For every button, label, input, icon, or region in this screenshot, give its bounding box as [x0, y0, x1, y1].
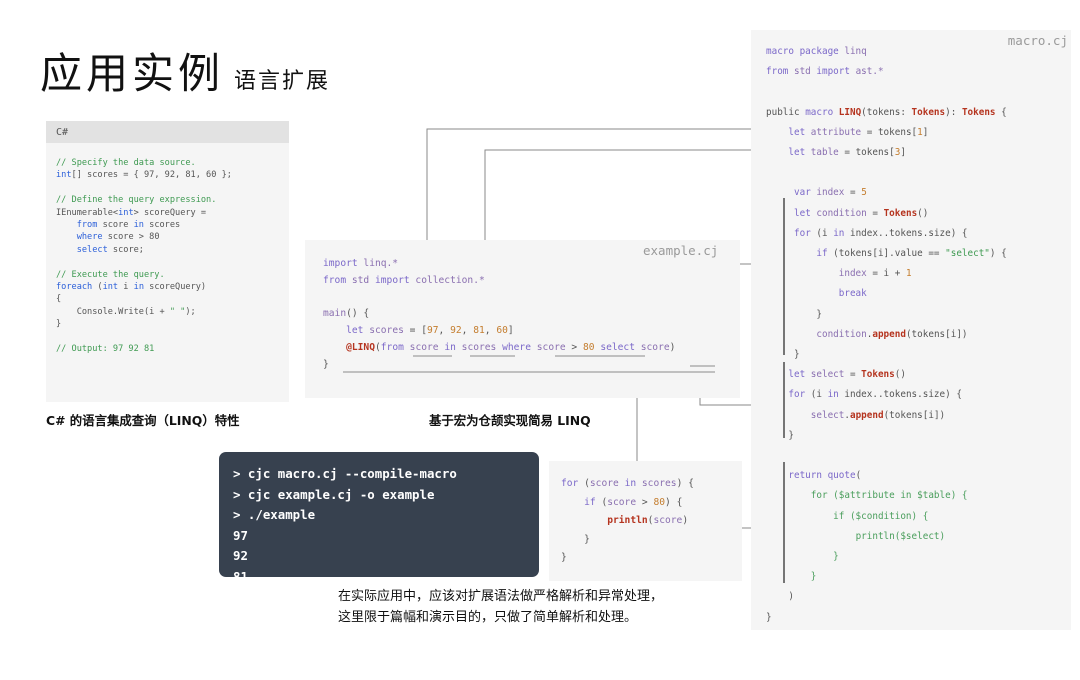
- terminal-output: > cjc macro.cj --compile-macro > cjc exa…: [233, 464, 539, 587]
- terminal-window[interactable]: > cjc macro.cj --compile-macro > cjc exa…: [219, 452, 539, 584]
- terminal-line: 97: [233, 527, 248, 543]
- expanded-code-body: for (score in scores) { if (score > 80) …: [561, 478, 694, 564]
- terminal-line: 92: [233, 548, 248, 563]
- expanded-code-panel: for (score in scores) { if (score > 80) …: [549, 461, 742, 581]
- terminal-line: 81: [233, 568, 248, 584]
- terminal-line: > ./example: [233, 507, 316, 522]
- terminal-line: > cjc macro.cj --compile-macro: [233, 466, 457, 481]
- macro-group-bars: [783, 198, 785, 583]
- footnote: 在实际应用中，应该对扩展语法做严格解析和异常处理， 这里限于篇幅和演示目的，只做…: [338, 589, 664, 625]
- slide-canvas: 应用实例 语言扩展 C# // Specify the data source.…: [0, 0, 1080, 680]
- terminal-line: > cjc example.cj -o example: [233, 486, 435, 502]
